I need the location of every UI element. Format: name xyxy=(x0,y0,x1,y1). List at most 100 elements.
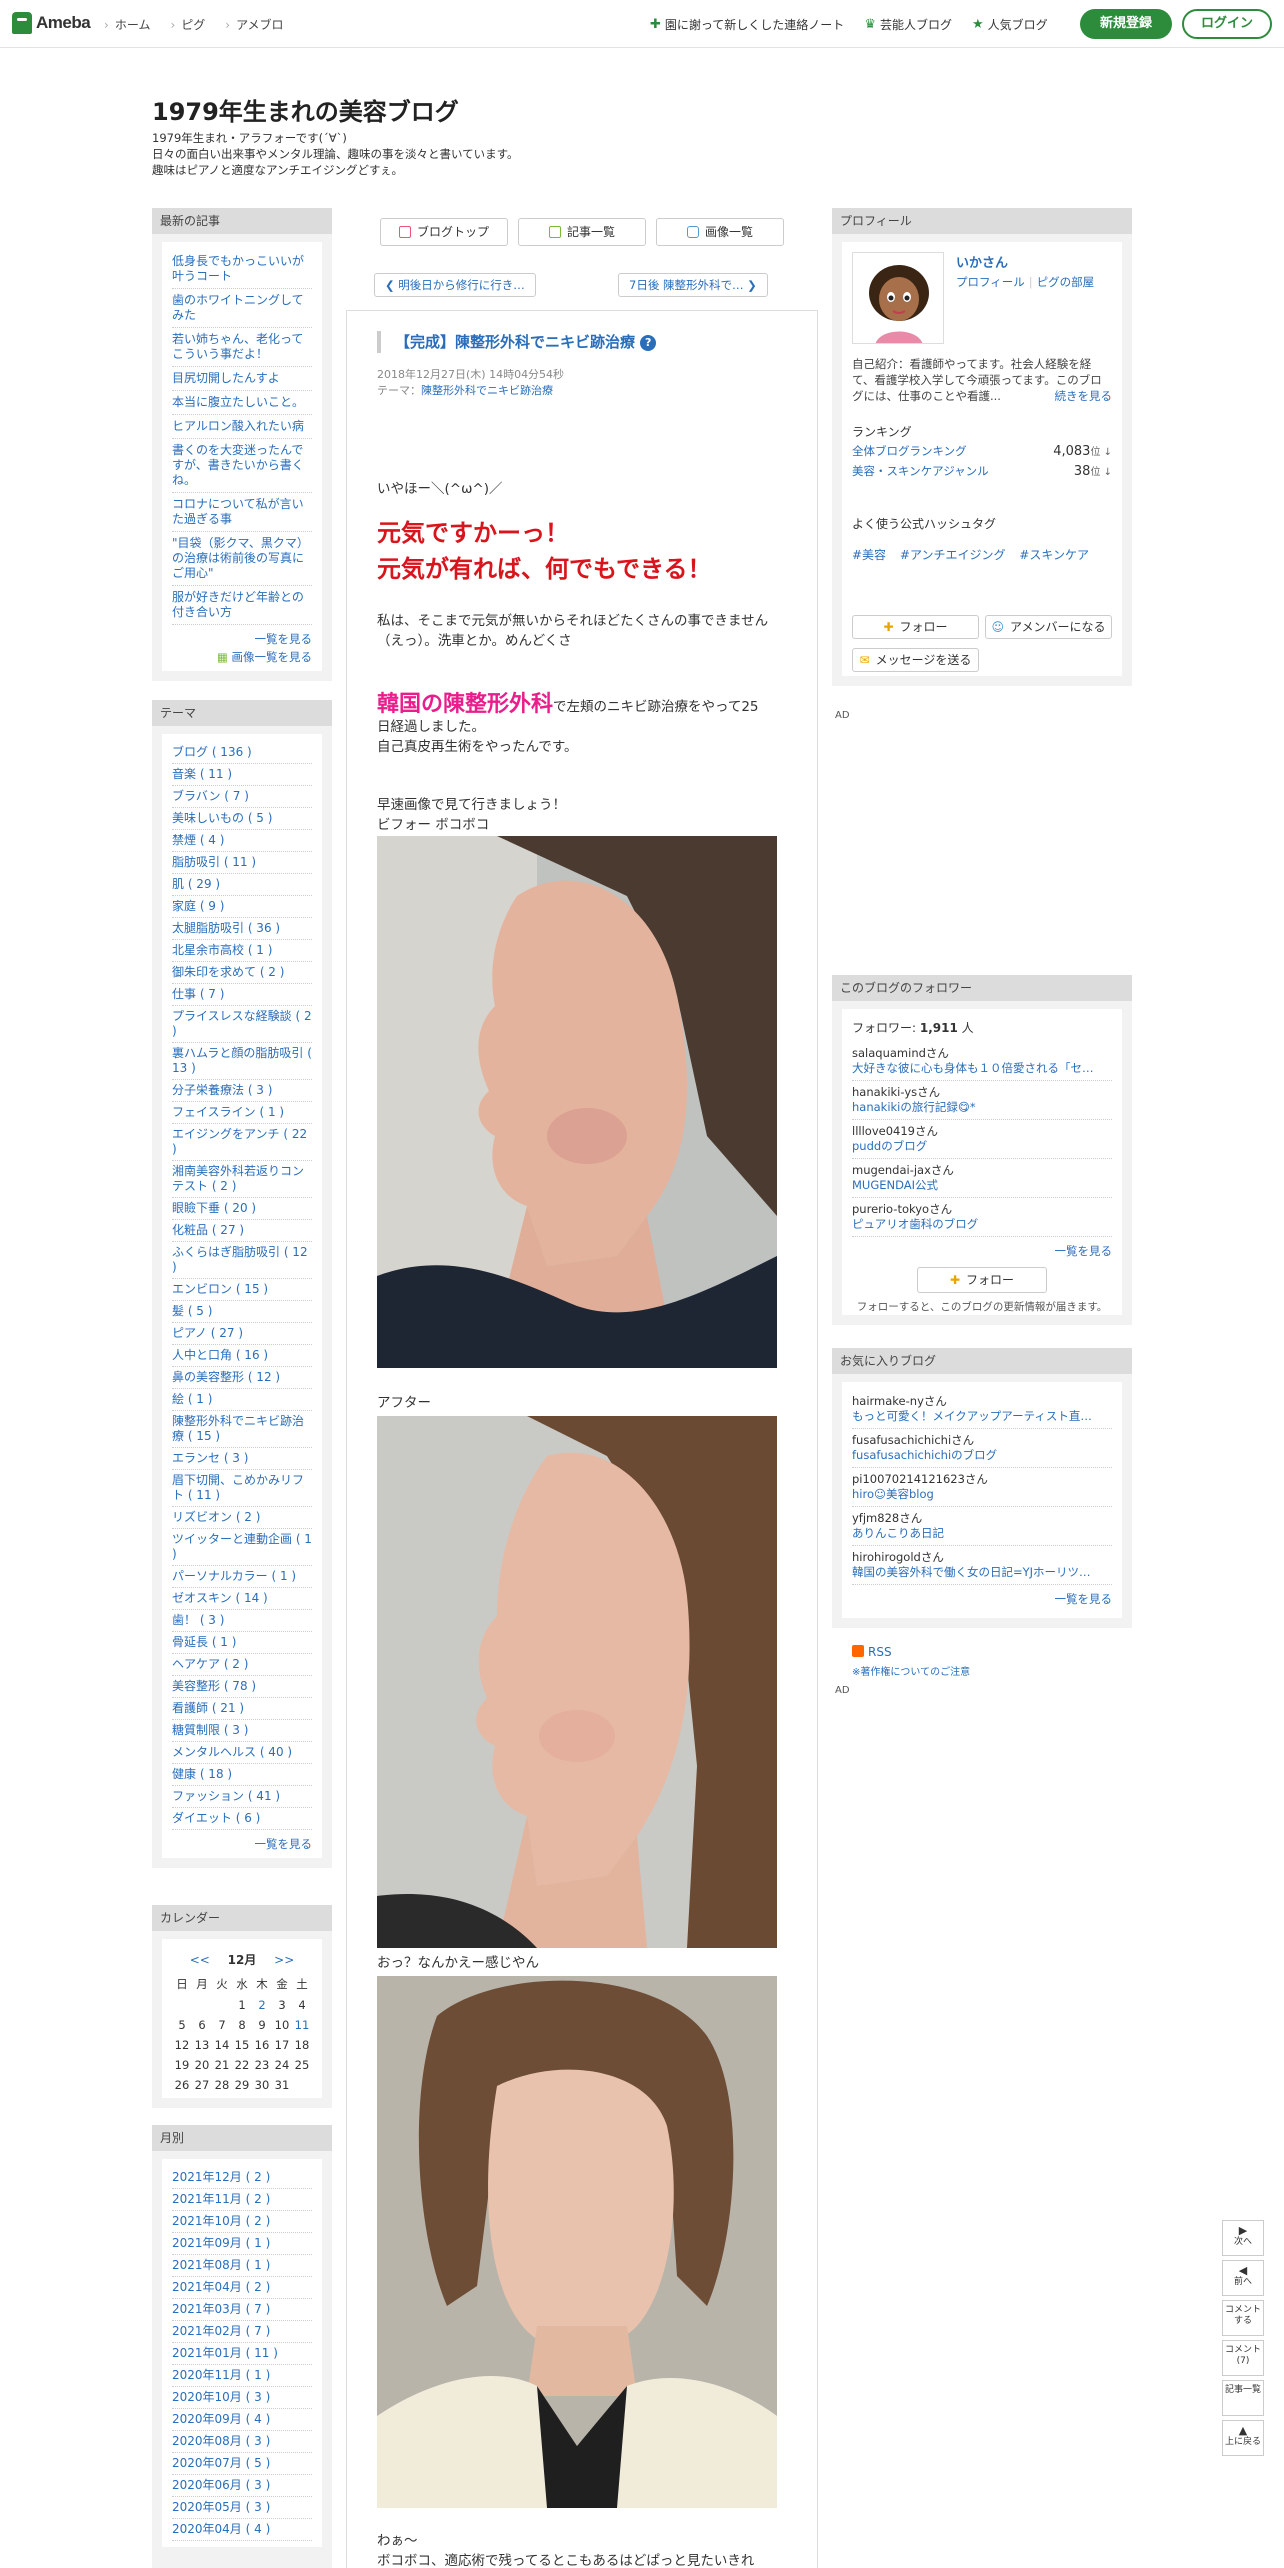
follower-blog-link[interactable]: hanakikiの旅行記録😋* xyxy=(852,1100,1112,1115)
floating-nav-button[interactable]: 記事一覧 xyxy=(1222,2380,1264,2416)
calendar-next-link[interactable]: >> xyxy=(274,1953,294,1967)
theme-link[interactable]: ツイッターと連動企画 ( 1 ) xyxy=(172,1529,312,1566)
favorite-blog-owner[interactable]: yfjm828さん xyxy=(852,1511,1112,1526)
follower-name[interactable]: salaquamindさん xyxy=(852,1046,1112,1061)
theme-link[interactable]: 健康 ( 18 ) xyxy=(172,1764,312,1786)
ranking-genre[interactable]: 美容・スキンケアジャンル 38位 ↓ xyxy=(852,463,1112,479)
theme-link[interactable]: リズビオン ( 2 ) xyxy=(172,1507,312,1529)
theme-link[interactable]: 糖質制限 ( 3 ) xyxy=(172,1720,312,1742)
theme-link[interactable]: 太腿脂肪吸引 ( 36 ) xyxy=(172,918,312,940)
latest-more-link[interactable]: 一覧を見る xyxy=(172,625,313,647)
tab-image-list[interactable]: 画像一覧 xyxy=(656,218,784,246)
header-link-celebrity[interactable]: ♛ 芸能人ブログ xyxy=(864,16,952,33)
latest-entry-link[interactable]: 本当に腹立たしいこと。 xyxy=(172,391,312,415)
theme-link[interactable]: 看護師 ( 21 ) xyxy=(172,1698,312,1720)
theme-link[interactable]: 鼻の美容整形 ( 12 ) xyxy=(172,1367,312,1389)
month-link[interactable]: 2020年09月 ( 4 ) xyxy=(172,2409,312,2431)
theme-link[interactable]: 歯！ ( 3 ) xyxy=(172,1610,312,1632)
tab-entry-list[interactable]: 記事一覧 xyxy=(518,218,646,246)
favorite-blog-owner[interactable]: fusafusachichichiさん xyxy=(852,1433,1112,1448)
favorite-blog-link[interactable]: hiro☺美容blog xyxy=(852,1487,1112,1502)
blog-title[interactable]: 1979年生まれの美容ブログ xyxy=(152,92,459,127)
profile-avatar[interactable] xyxy=(852,252,944,344)
latest-entry-link[interactable]: 歯のホワイトニングしてみた xyxy=(172,289,312,328)
theme-link[interactable]: ピアノ ( 27 ) xyxy=(172,1323,312,1345)
theme-link[interactable]: プライスレスな経験談 ( 2 ) xyxy=(172,1006,312,1043)
month-link[interactable]: 2020年10月 ( 3 ) xyxy=(172,2387,312,2409)
pigg-room-link[interactable]: ピグの部屋 xyxy=(1037,275,1095,289)
theme-link[interactable]: 脂肪吸引 ( 11 ) xyxy=(172,852,312,874)
hashtag-link[interactable]: #美容 xyxy=(852,548,886,562)
prev-entry-link[interactable]: ❮ 明後日から修行に行き… xyxy=(374,273,536,297)
theme-link[interactable]: 眼瞼下垂 ( 20 ) xyxy=(172,1198,312,1220)
latest-entry-link[interactable]: コロナについて私が言いた過ぎる事 xyxy=(172,493,312,532)
profile-name[interactable]: いかさん xyxy=(956,252,1008,271)
theme-link[interactable]: エランセ ( 3 ) xyxy=(172,1448,312,1470)
follower-blog-link[interactable]: MUGENDAI公式 xyxy=(852,1178,1112,1193)
theme-link[interactable]: 美容整形 ( 78 ) xyxy=(172,1676,312,1698)
followers-more-link[interactable]: 一覧を見る xyxy=(852,1237,1113,1259)
send-message-button[interactable]: ✉ メッセージを送る xyxy=(852,648,979,672)
copyright-notice-link[interactable]: ※著作権についてのご注意 xyxy=(852,1663,970,1678)
latest-entry-link[interactable]: ヒアルロン酸入れたい病 xyxy=(172,415,312,439)
follower-blog-link[interactable]: puddのブログ xyxy=(852,1139,1112,1154)
theme-link[interactable]: 音楽 ( 11 ) xyxy=(172,764,312,786)
hashtag-link[interactable]: #スキンケア xyxy=(1019,548,1089,562)
theme-link[interactable]: 骨延長 ( 1 ) xyxy=(172,1632,312,1654)
entry-title[interactable]: 【完成】陳整形外科でニキビ跡治療 ? xyxy=(377,331,657,353)
theme-link[interactable]: 湘南美容外科若返りコンテスト ( 2 ) xyxy=(172,1161,312,1198)
month-link[interactable]: 2021年08月 ( 1 ) xyxy=(172,2255,312,2277)
favorites-more-link[interactable]: 一覧を見る xyxy=(852,1585,1113,1607)
theme-link[interactable]: 肌 ( 29 ) xyxy=(172,874,312,896)
theme-link[interactable]: 禁煙 ( 4 ) xyxy=(172,830,312,852)
month-link[interactable]: 2020年04月 ( 4 ) xyxy=(172,2519,312,2541)
theme-link[interactable]: 御朱印を求めて ( 2 ) xyxy=(172,962,312,984)
image-list-link[interactable]: ▦ 画像一覧を見る xyxy=(172,647,312,665)
after-photo[interactable] xyxy=(377,1416,777,1948)
help-icon[interactable]: ? xyxy=(640,335,657,351)
latest-entry-link[interactable]: 服が好きだけど年齢との付き合い方 xyxy=(172,586,312,625)
follower-name[interactable]: hanakiki-ysさん xyxy=(852,1085,1112,1100)
favorite-blog-owner[interactable]: hirohirogoldさん xyxy=(852,1550,1112,1565)
theme-link[interactable]: エイジングをアンチ ( 22 ) xyxy=(172,1124,312,1161)
month-link[interactable]: 2020年06月 ( 3 ) xyxy=(172,2475,312,2497)
follower-name[interactable]: purerio-tokyoさん xyxy=(852,1202,1112,1217)
profile-more-link[interactable]: 続きを見る xyxy=(1055,388,1113,404)
theme-link[interactable]: 化粧品 ( 27 ) xyxy=(172,1220,312,1242)
theme-link[interactable]: ゼオスキン ( 14 ) xyxy=(172,1588,312,1610)
floating-nav-button[interactable]: ▲ 上に戻る xyxy=(1222,2420,1264,2456)
theme-link[interactable]: エンビロン ( 15 ) xyxy=(172,1279,312,1301)
latest-entry-link[interactable]: 目尻切開したんすよ xyxy=(172,367,312,391)
latest-entry-link[interactable]: 低身長でもかっこいいが叶うコート xyxy=(172,250,312,289)
theme-more-link[interactable]: 一覧を見る xyxy=(172,1830,313,1852)
month-link[interactable]: 2021年10月 ( 2 ) xyxy=(172,2211,312,2233)
calendar-prev-link[interactable]: << xyxy=(190,1953,210,1967)
header-link-note[interactable]: ✚ 園に謝って新しくした連絡ノート xyxy=(650,16,844,33)
profile-follow-button[interactable]: ✚ フォロー xyxy=(852,615,979,639)
theme-link[interactable]: 家庭 ( 9 ) xyxy=(172,896,312,918)
theme-link[interactable]: ヘアケア ( 2 ) xyxy=(172,1654,312,1676)
theme-link[interactable]: ブログ ( 136 ) xyxy=(172,742,312,764)
favorite-blog-link[interactable]: fusafusachichichiのブログ xyxy=(852,1448,1112,1463)
calendar-day-link[interactable]: 11 xyxy=(292,2018,312,2032)
month-link[interactable]: 2021年01月 ( 11 ) xyxy=(172,2343,312,2365)
tab-blog-top[interactable]: ブログトップ xyxy=(380,218,508,246)
month-link[interactable]: 2021年03月 ( 7 ) xyxy=(172,2299,312,2321)
theme-link[interactable]: 分子栄養療法 ( 3 ) xyxy=(172,1080,312,1102)
month-link[interactable]: 2021年09月 ( 1 ) xyxy=(172,2233,312,2255)
floating-nav-button[interactable]: コメントする xyxy=(1222,2300,1264,2336)
theme-link[interactable]: ふくらはぎ脂肪吸引 ( 12 ) xyxy=(172,1242,312,1279)
header-link-popular[interactable]: ★ 人気ブログ xyxy=(972,16,1048,33)
month-link[interactable]: 2021年02月 ( 7 ) xyxy=(172,2321,312,2343)
next-entry-link[interactable]: 7日後 陳整形外科で… ❯ xyxy=(618,273,768,297)
floating-nav-button[interactable]: ◀ 前へ xyxy=(1222,2260,1264,2296)
theme-link[interactable]: 美味しいもの ( 5 ) xyxy=(172,808,312,830)
theme-link[interactable]: ブラバン ( 7 ) xyxy=(172,786,312,808)
follower-name[interactable]: mugendai-jaxさん xyxy=(852,1163,1112,1178)
month-link[interactable]: 2020年08月 ( 3 ) xyxy=(172,2431,312,2453)
register-button[interactable]: 新規登録 xyxy=(1080,9,1172,39)
nav-pigg-link[interactable]: ピグ xyxy=(170,16,205,33)
follower-name[interactable]: llllove0419さん xyxy=(852,1124,1112,1139)
month-link[interactable]: 2020年07月 ( 5 ) xyxy=(172,2453,312,2475)
month-link[interactable]: 2020年11月 ( 1 ) xyxy=(172,2365,312,2387)
